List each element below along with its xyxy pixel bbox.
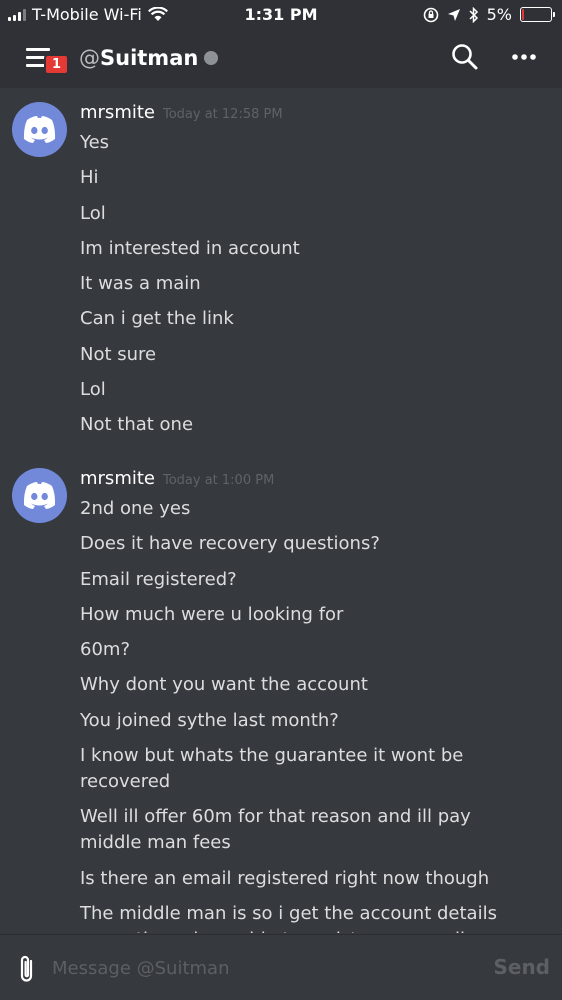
message-group: mrsmite Today at 1:00 PM 2nd one yes Doe… [0, 468, 562, 933]
status-right: 5% [423, 5, 555, 24]
message-text[interactable]: How much were u looking for [80, 602, 562, 628]
message-text[interactable]: Lol [80, 201, 562, 227]
dm-recipient-name: Suitman [100, 46, 199, 70]
at-prefix: @ [79, 46, 100, 70]
attach-button[interactable] [14, 953, 40, 985]
message-text[interactable]: Can i get the link [80, 306, 562, 332]
message-text[interactable]: Well ill offer 60m for that reason and i… [80, 804, 562, 856]
author-name[interactable]: mrsmite [80, 102, 155, 123]
search-button[interactable] [450, 42, 480, 72]
menu-button[interactable]: 1 [22, 44, 74, 78]
discord-logo-icon [23, 482, 56, 509]
carrier-label: T-Mobile Wi-Fi [32, 5, 142, 24]
dm-title[interactable]: @ Suitman [79, 46, 219, 70]
message-text[interactable]: Is there an email registered right now t… [80, 866, 562, 892]
message-list[interactable]: mrsmite Today at 12:58 PM Yes Hi Lol Im … [0, 88, 562, 933]
wifi-icon [147, 7, 168, 21]
message-text[interactable]: 2nd one yes [80, 496, 562, 522]
message-text[interactable]: Im interested in account [80, 236, 562, 262]
message-text[interactable]: Email registered? [80, 567, 562, 593]
message-text[interactable]: Not sure [80, 342, 562, 368]
message-composer: Send [0, 934, 562, 1000]
send-button[interactable]: Send [493, 955, 550, 979]
notification-badge: 1 [44, 54, 69, 75]
presence-status-icon [204, 51, 219, 65]
status-bar: T-Mobile Wi-Fi 1:31 PM 5% [0, 0, 562, 30]
status-left: T-Mobile Wi-Fi [8, 5, 168, 24]
message-text[interactable]: Yes [80, 130, 562, 156]
message-header: mrsmite Today at 12:58 PM [80, 102, 562, 130]
message-text[interactable]: Does it have recovery questions? [80, 531, 562, 557]
user-avatar[interactable] [12, 468, 67, 523]
author-name[interactable]: mrsmite [80, 468, 155, 489]
message-text[interactable]: 60m? [80, 637, 562, 663]
message-text[interactable]: The middle man is so i get the account d… [80, 901, 562, 933]
message-text[interactable]: Not that one [80, 412, 562, 438]
message-timestamp: Today at 1:00 PM [162, 473, 275, 488]
discord-logo-icon [23, 116, 56, 143]
more-options-button[interactable] [508, 42, 540, 72]
user-avatar[interactable] [12, 102, 67, 157]
message-text[interactable]: It was a main [80, 271, 562, 297]
location-arrow-icon [447, 8, 460, 21]
message-text[interactable]: Why dont you want the account [80, 672, 562, 698]
signal-icon [8, 8, 26, 21]
message-text[interactable]: I know but whats the guarantee it wont b… [80, 743, 562, 795]
search-icon [452, 44, 478, 70]
message-input[interactable] [52, 953, 472, 983]
message-header: mrsmite Today at 1:00 PM [80, 468, 562, 496]
message-text[interactable]: Lol [80, 377, 562, 403]
bluetooth-icon [469, 6, 478, 23]
battery-percent: 5% [486, 5, 512, 24]
paperclip-icon [20, 955, 33, 982]
message-group: mrsmite Today at 12:58 PM Yes Hi Lol Im … [0, 102, 562, 448]
chat-header: 1 @ Suitman [0, 30, 562, 88]
more-dots-icon [512, 54, 536, 60]
message-text[interactable]: You joined sythe last month? [80, 708, 562, 734]
message-timestamp: Today at 12:58 PM [162, 107, 283, 122]
rotation-lock-icon [423, 7, 438, 22]
battery-icon [520, 7, 555, 22]
message-text[interactable]: Hi [80, 165, 562, 191]
